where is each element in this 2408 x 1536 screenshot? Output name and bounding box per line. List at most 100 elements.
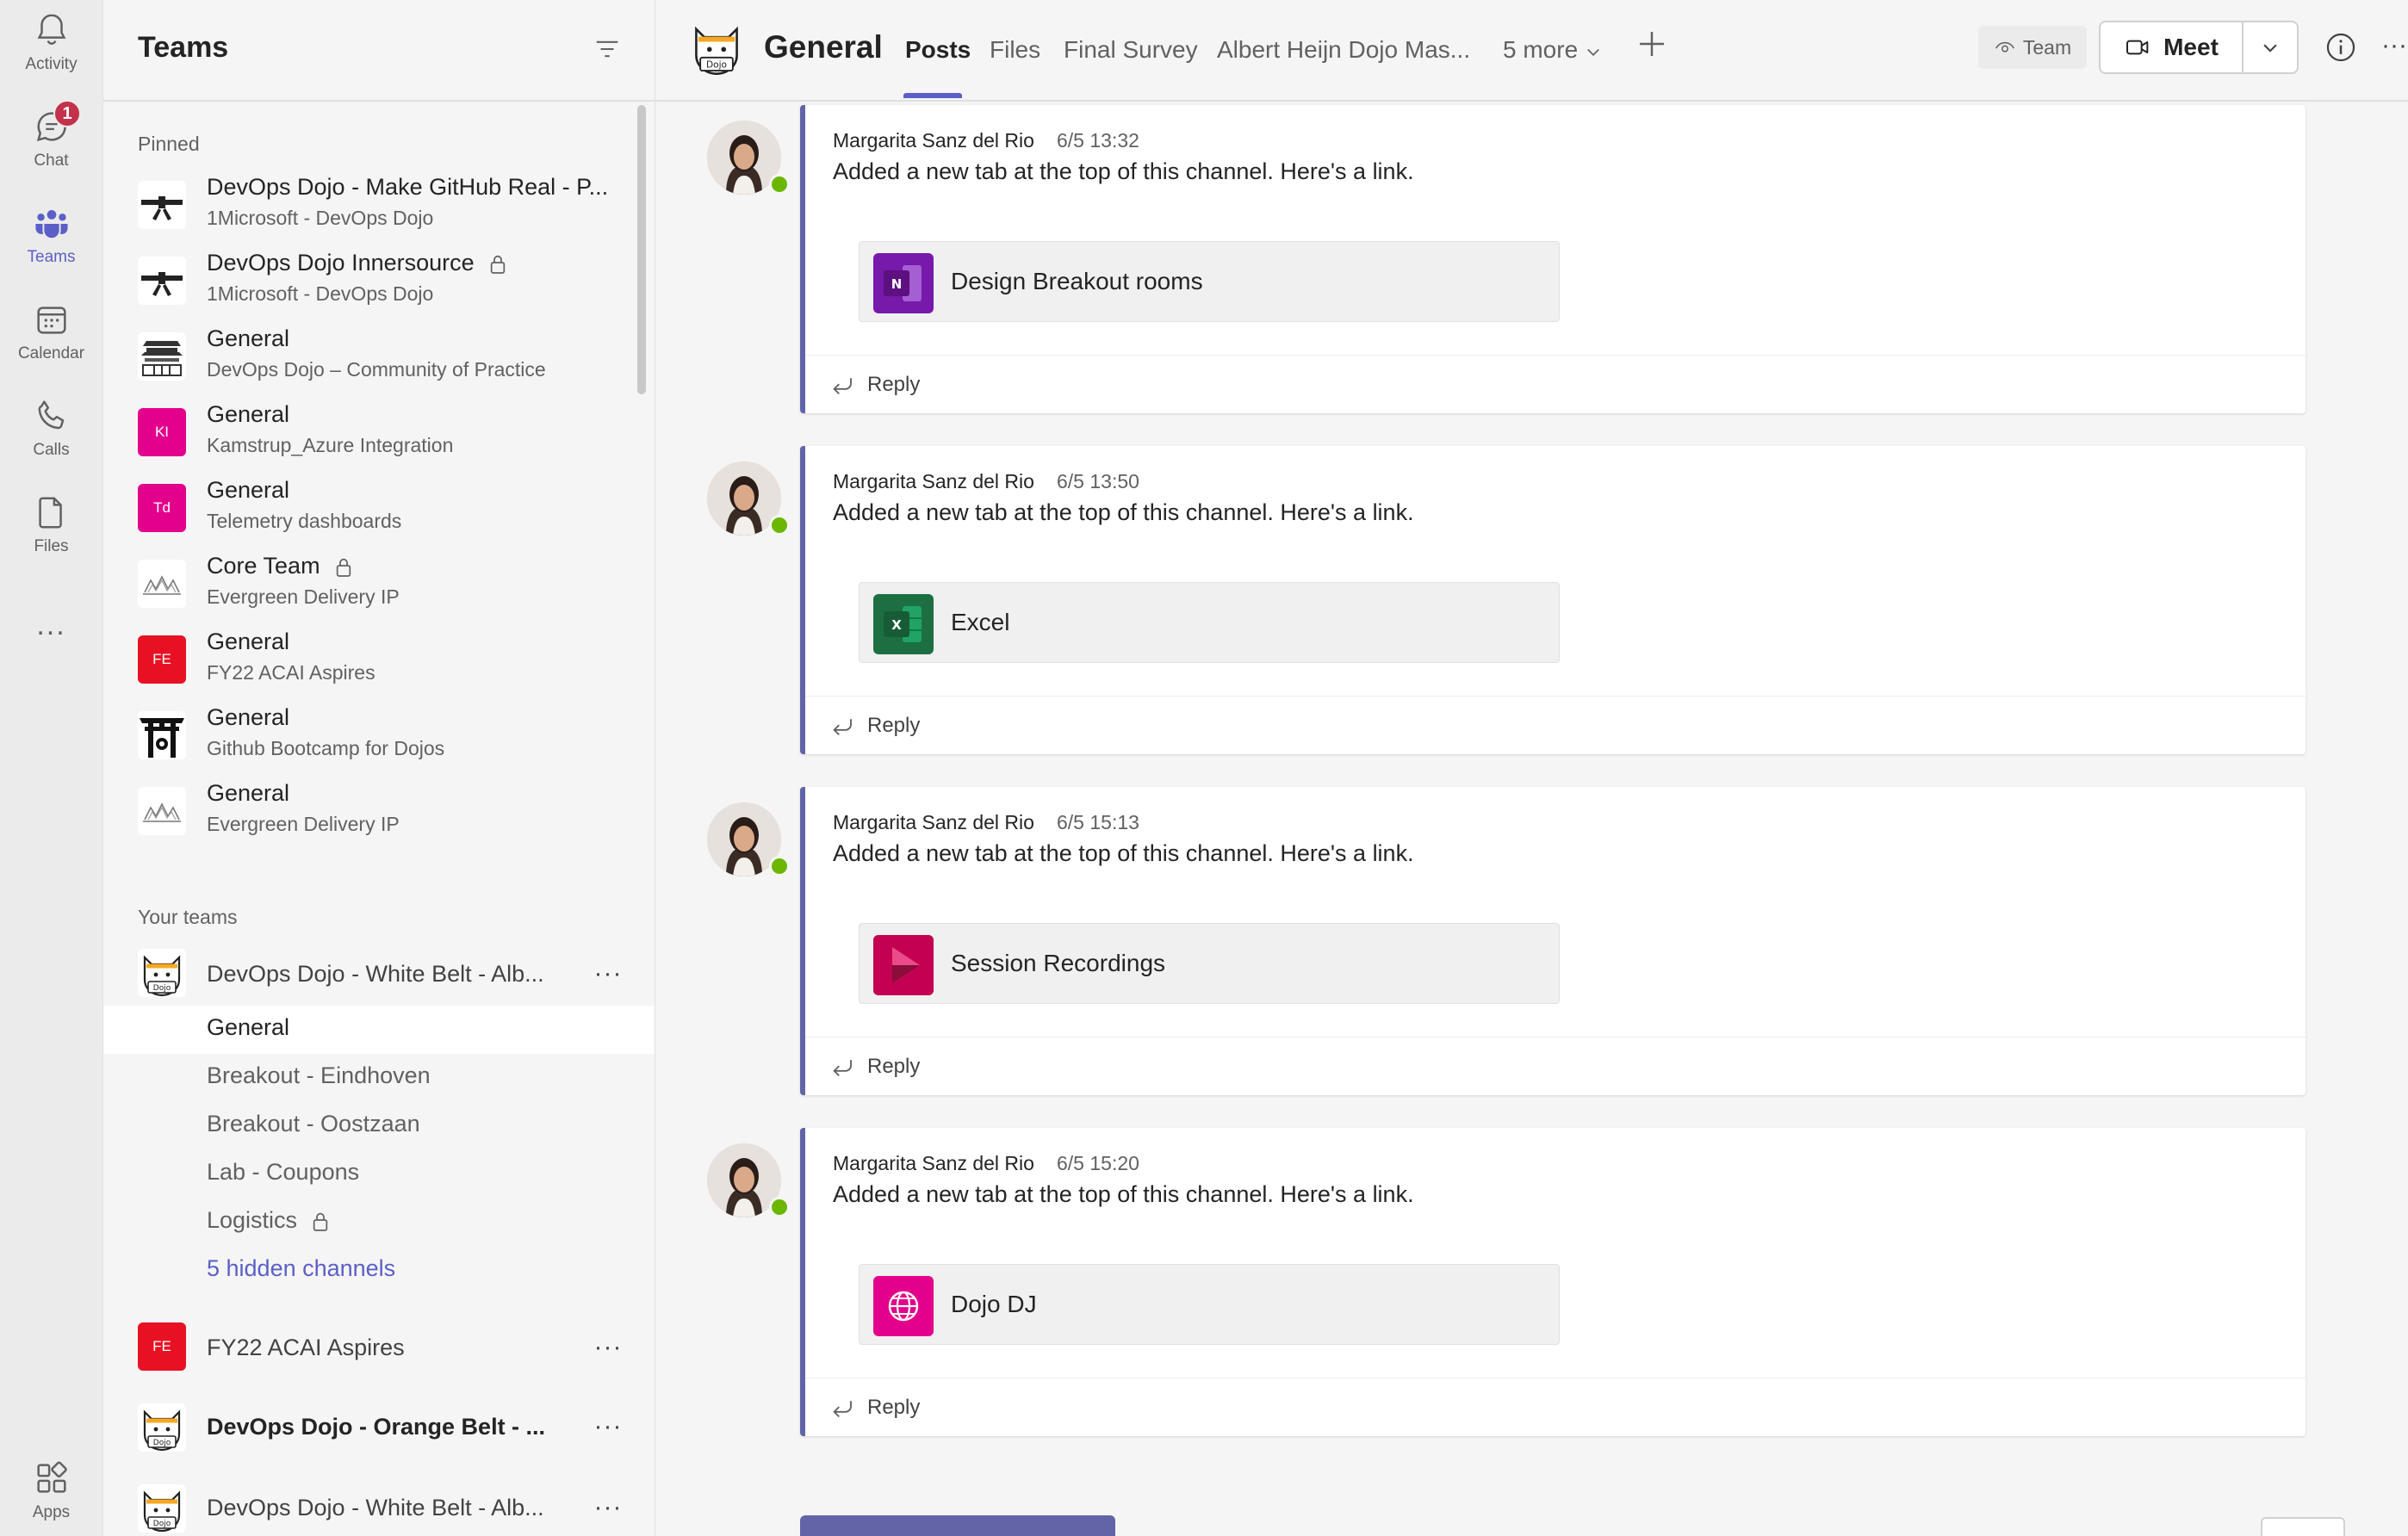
reply-label: Reply xyxy=(867,714,921,737)
rail-files[interactable]: Files xyxy=(0,482,102,568)
pinned-channel-title: General xyxy=(207,629,290,654)
tab-posts[interactable]: Posts xyxy=(905,36,971,64)
presence-available-icon xyxy=(769,1197,790,1217)
team-row[interactable]: Dojo DevOps Dojo - Orange Belt - ... ··· xyxy=(103,1391,655,1467)
reply-button[interactable]: Reply xyxy=(805,1378,2306,1437)
eye-icon xyxy=(1995,41,2014,53)
pinned-channel[interactable]: General Evergreen Delivery IP xyxy=(103,771,637,847)
filter-icon[interactable] xyxy=(593,36,622,62)
rail-calls[interactable]: Calls xyxy=(0,386,102,472)
reply-button[interactable]: Reply xyxy=(805,355,2306,414)
scrollbar-thumb[interactable] xyxy=(637,105,646,394)
team-more-options[interactable]: ··· xyxy=(591,1333,625,1361)
pinned-channel[interactable]: Td General Telemetry dashboards xyxy=(103,468,637,544)
rail-chat[interactable]: Chat xyxy=(0,96,102,183)
reply-button[interactable]: Reply xyxy=(805,696,2306,755)
rail-label: Activity xyxy=(25,55,78,73)
pinned-channel[interactable]: General DevOps Dojo – Community of Pract… xyxy=(103,317,637,393)
post-author[interactable]: Margarita Sanz del Rio xyxy=(833,470,1034,493)
tab-link-name: Dojo DJ xyxy=(951,1291,1037,1317)
team-more-options[interactable]: ··· xyxy=(591,1493,625,1521)
pane-divider xyxy=(103,100,655,102)
post-card: Margarita Sanz del Rio 6/5 13:50 Added a… xyxy=(800,446,2306,754)
mountains-icon xyxy=(138,787,186,835)
pinned-channel-team: 1Microsoft - DevOps Dojo xyxy=(207,207,434,229)
channel-title: General xyxy=(764,29,883,65)
tab-final-survey[interactable]: Final Survey xyxy=(1064,36,1198,64)
app-rail: Activity Chat 1 Teams Calendar Calls Fil… xyxy=(0,0,103,1536)
post-timestamp: 6/5 13:32 xyxy=(1057,129,1139,152)
reply-button[interactable]: Reply xyxy=(805,1037,2306,1096)
pinned-channel[interactable]: DevOps Dojo Innersource 1Microsoft - Dev… xyxy=(103,241,637,317)
rail-activity[interactable]: Activity xyxy=(0,0,102,86)
tab-link-card[interactable]: X Excel xyxy=(859,582,1560,663)
belt-icon xyxy=(138,257,186,305)
meet-dropdown-button[interactable] xyxy=(2244,22,2297,72)
team-more-options[interactable]: ··· xyxy=(591,1412,625,1440)
chevron-down-icon xyxy=(2263,44,2277,53)
reply-arrow-icon xyxy=(833,719,852,736)
team-more-options[interactable]: ··· xyxy=(591,959,625,988)
channel-name: Breakout - Oostzaan xyxy=(207,1111,420,1137)
channel-general[interactable]: General xyxy=(103,1006,655,1054)
pinned-channel-team: Evergreen Delivery IP xyxy=(207,585,400,608)
meet-button-group: Meet xyxy=(2099,21,2299,74)
pinned-channel-title: General xyxy=(207,704,290,730)
new-conversation-button[interactable] xyxy=(800,1515,1115,1536)
reply-label: Reply xyxy=(867,373,921,396)
reply-arrow-icon xyxy=(833,1060,852,1077)
pinned-channel-title: DevOps Dojo Innersource xyxy=(207,250,507,276)
pinned-channel-title: General xyxy=(207,325,290,351)
tab-link-card[interactable]: N Design Breakout rooms xyxy=(859,241,1560,322)
post-author[interactable]: Margarita Sanz del Rio xyxy=(833,1152,1034,1175)
channel-breakout-eindhoven[interactable]: Breakout - Eindhoven xyxy=(103,1054,655,1102)
pinned-channel-title: Core Team xyxy=(207,553,353,579)
post-author[interactable]: Margarita Sanz del Rio xyxy=(833,129,1034,152)
reply-label: Reply xyxy=(867,1396,921,1419)
pinned-channel[interactable]: Core Team Evergreen Delivery IP xyxy=(103,544,637,620)
bottom-right-control[interactable] xyxy=(2261,1517,2345,1536)
team-visibility-badge[interactable]: Team xyxy=(1978,26,2087,69)
post-author[interactable]: Margarita Sanz del Rio xyxy=(833,811,1034,834)
post-card: Margarita Sanz del Rio 6/5 15:20 Added a… xyxy=(800,1128,2306,1436)
post-message: Added a new tab at the top of this chann… xyxy=(833,1181,1414,1207)
post-card: Margarita Sanz del Rio 6/5 13:32 Added a… xyxy=(800,105,2306,413)
info-icon[interactable] xyxy=(2324,31,2357,64)
rail-more-apps[interactable]: ... xyxy=(0,599,102,651)
pinned-channel-title: General xyxy=(207,780,290,806)
team-row[interactable]: FE FY22 ACAI Aspires ··· xyxy=(103,1309,655,1384)
team-row[interactable]: Dojo DevOps Dojo - White Belt - Alb... ·… xyxy=(103,935,655,1011)
tab-albert-heijn[interactable]: Albert Heijn Dojo Mas... xyxy=(1217,36,1470,64)
post-card: Margarita Sanz del Rio 6/5 15:13 Added a… xyxy=(800,787,2306,1095)
dojo-logo-text: Dojo xyxy=(153,1439,171,1447)
pinned-channel[interactable]: KI General Kamstrup_Azure Integration xyxy=(103,393,637,468)
tab-more-tabs[interactable]: 5 more xyxy=(1503,36,1602,64)
posts-feed: Margarita Sanz del Rio 6/5 13:32 Added a… xyxy=(655,102,2408,1536)
hidden-channels-link[interactable]: 5 hidden channels xyxy=(103,1247,655,1295)
post-timestamp: 6/5 15:20 xyxy=(1057,1152,1139,1174)
pinned-channel[interactable]: DevOps Dojo - Make GitHub Real - P... 1M… xyxy=(103,165,637,241)
rail-teams[interactable]: Teams xyxy=(0,193,102,279)
rail-label: Apps xyxy=(32,1503,71,1521)
chevron-down-icon xyxy=(1587,48,1600,56)
video-camera-icon xyxy=(2126,40,2149,55)
tab-files[interactable]: Files xyxy=(990,36,1040,64)
rail-calendar[interactable]: Calendar xyxy=(0,289,102,375)
channel-lab-coupons[interactable]: Lab - Coupons xyxy=(103,1150,655,1198)
team-row[interactable]: Dojo DevOps Dojo - White Belt - Alb... ·… xyxy=(103,1472,655,1536)
rail-label: Calendar xyxy=(17,344,85,362)
channel-logistics[interactable]: Logistics xyxy=(103,1198,655,1247)
reply-arrow-icon xyxy=(833,1401,852,1418)
add-tab-icon[interactable] xyxy=(1634,26,1670,62)
channel-breakout-oostzaan[interactable]: Breakout - Oostzaan xyxy=(103,1102,655,1150)
tab-link-card[interactable]: Dojo DJ xyxy=(859,1264,1560,1345)
hidden-channels-label: 5 hidden channels xyxy=(207,1255,396,1281)
pinned-channel[interactable]: General Github Bootcamp for Dojos xyxy=(103,696,637,771)
presence-available-icon xyxy=(769,515,790,536)
tab-link-card[interactable]: Session Recordings xyxy=(859,923,1560,1004)
meet-button[interactable]: Meet xyxy=(2101,22,2244,72)
pinned-channel[interactable]: FE General FY22 ACAI Aspires xyxy=(103,620,637,696)
rail-apps[interactable]: Apps xyxy=(0,1448,102,1534)
more-options-icon[interactable]: ··· xyxy=(2381,31,2407,64)
pinned-channel-team: Telemetry dashboards xyxy=(207,510,402,532)
